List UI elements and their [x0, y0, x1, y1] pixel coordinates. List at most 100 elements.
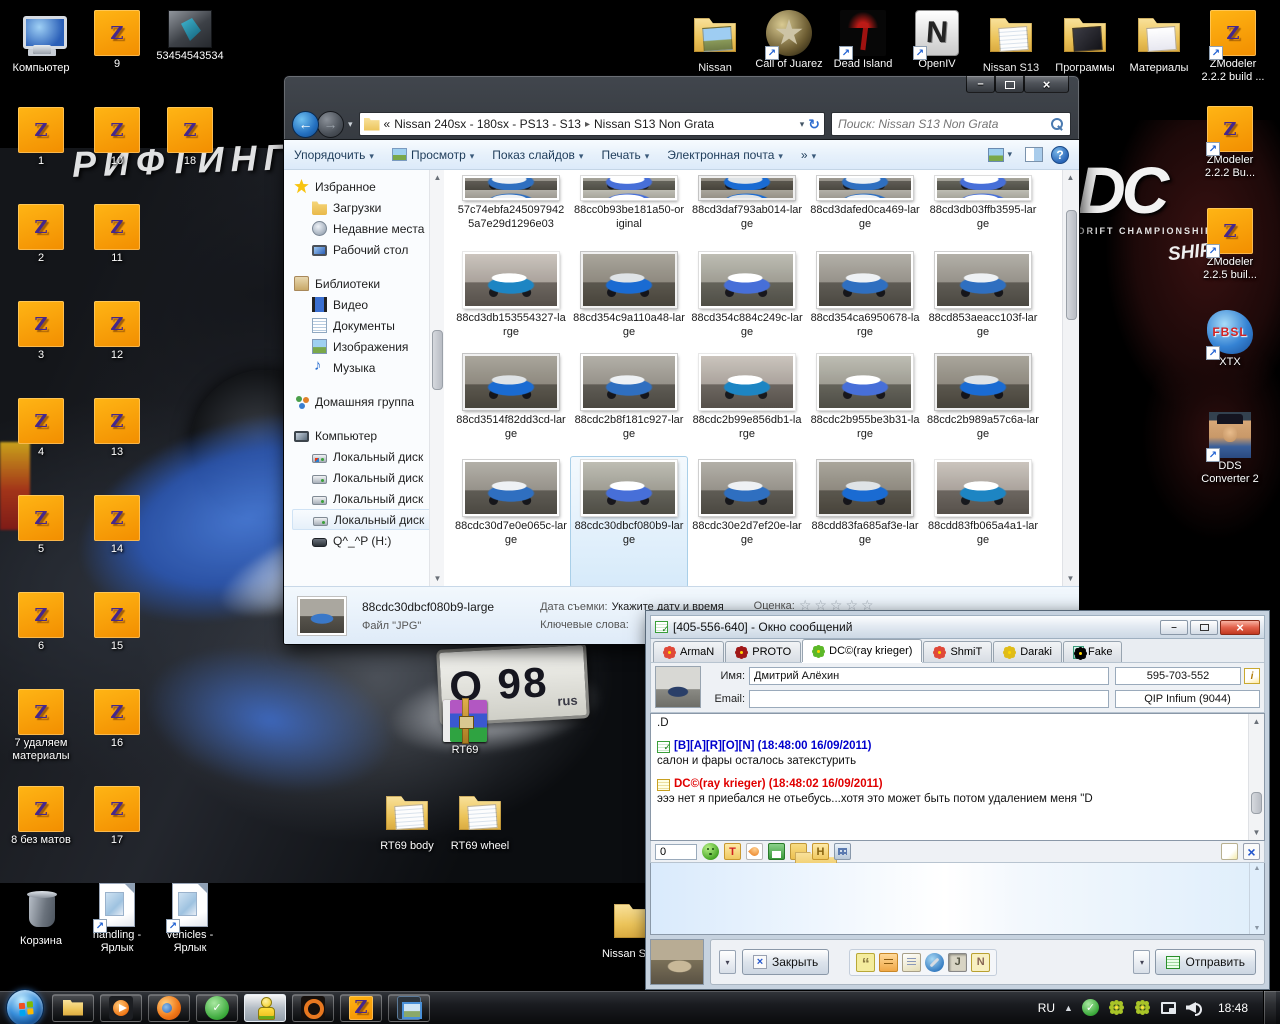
scroll-up-icon[interactable]: ▲	[430, 170, 444, 185]
sidebar-item[interactable]: Локальный диск	[292, 509, 444, 530]
skype-tray-icon[interactable]	[1082, 999, 1099, 1016]
sidebar-item[interactable]: Документы	[292, 315, 444, 336]
sidebar-item[interactable]: Библиотеки	[292, 273, 444, 294]
command-bar-item[interactable]: Показ слайдов	[492, 148, 583, 162]
close-chat-button[interactable]: Закрыть	[742, 949, 829, 975]
compose-tool-icon[interactable]	[724, 843, 741, 860]
name-field[interactable]	[749, 667, 1109, 685]
maximize-button[interactable]	[995, 76, 1024, 93]
scroll-down-icon[interactable]: ▼	[1254, 925, 1261, 932]
maximize-button[interactable]	[1190, 620, 1218, 635]
taskbar-app-button[interactable]	[196, 994, 238, 1022]
taskbar-app-button[interactable]	[244, 994, 286, 1022]
breadcrumb-parent[interactable]: Nissan 240sx - 180sx - PS13 - S13	[394, 117, 581, 131]
file-item[interactable]: 88cdc2b955be3b31-large	[806, 350, 924, 456]
file-item[interactable]: 88cdc30d7e0e065c-large	[452, 456, 570, 586]
chat-tool-icon[interactable]	[902, 953, 921, 972]
file-item[interactable]: 88cd3dafed0ca469-large	[806, 172, 924, 248]
compose-tool-icon[interactable]	[812, 843, 829, 860]
scrollbar-thumb[interactable]	[1251, 792, 1262, 814]
file-item[interactable]: 88cd3db153554327-large	[452, 248, 570, 350]
scrollbar-thumb[interactable]	[1066, 210, 1077, 320]
desktop-icon[interactable]: XTX	[1193, 308, 1267, 410]
desktop-icon[interactable]: 18	[153, 105, 227, 202]
clock[interactable]: 18:48	[1218, 1001, 1248, 1015]
search-input[interactable]	[838, 117, 1050, 131]
desktop-icon[interactable]: 11	[80, 202, 154, 299]
show-hidden-icons-button[interactable]	[1064, 1003, 1073, 1013]
input-scrollbar[interactable]: ▲▼	[1249, 863, 1264, 934]
desktop-icon[interactable]: 15	[80, 590, 154, 687]
command-bar-item[interactable]: Печать	[601, 148, 649, 162]
close-button[interactable]	[1024, 76, 1069, 93]
desktop-icon[interactable]: 8 без матов	[4, 784, 78, 881]
file-item[interactable]: 88cdd83fb065a4a1-large	[924, 456, 1042, 586]
chat-tab[interactable]: Daraki	[993, 641, 1062, 662]
address-dropdown-icon[interactable]	[800, 119, 805, 130]
chat-tab[interactable]: ArmaN	[653, 641, 724, 662]
scroll-up-icon[interactable]: ▲	[1249, 714, 1264, 729]
taskbar-app-button[interactable]	[52, 994, 94, 1022]
qip-flower-tray-icon[interactable]	[1108, 999, 1125, 1016]
file-list-scrollbar[interactable]: ▲ ▼	[1062, 170, 1079, 586]
forward-button[interactable]	[317, 111, 344, 138]
sidebar-item[interactable]: Локальный диск	[292, 446, 444, 467]
sidebar-item[interactable]: Рабочий стол	[292, 239, 444, 260]
sidebar-item[interactable]: Избранное	[292, 176, 444, 197]
scroll-up-icon[interactable]: ▲	[1254, 865, 1261, 872]
desktop-icon[interactable]: 10	[80, 105, 154, 202]
file-item[interactable]: 88cdc2b8f181c927-large	[570, 350, 688, 456]
sidebar-item[interactable]: Компьютер	[292, 425, 444, 446]
desktop-icon[interactable]: 9	[80, 8, 154, 105]
desktop-icon[interactable]: 5	[4, 493, 78, 590]
views-button[interactable]	[983, 145, 1017, 165]
chat-history[interactable]: .D [B][A][R][O][N] (18:48:00 16/09/2011)…	[650, 713, 1265, 841]
close-button[interactable]	[1220, 620, 1260, 635]
chat-tool-icon[interactable]	[879, 953, 898, 972]
file-item[interactable]: 88cdc30dbcf080b9-large	[570, 456, 688, 586]
compose-tool-icon[interactable]	[768, 843, 785, 860]
desktop-icon[interactable]: Корзина	[4, 881, 78, 978]
desktop-icon[interactable]: ZModeler 2.2.2 build ...	[1196, 8, 1270, 105]
contact-details-icon[interactable]	[1244, 668, 1260, 684]
scroll-up-icon[interactable]: ▲	[1063, 170, 1078, 185]
desktop-icon[interactable]: 3	[4, 299, 78, 396]
search-box[interactable]	[831, 112, 1071, 136]
sidebar-item[interactable]: Музыка	[292, 357, 444, 378]
desktop-icon[interactable]: 7 удаляем материалы	[4, 687, 78, 784]
taskbar-app-button[interactable]	[340, 994, 382, 1022]
language-indicator[interactable]: RU	[1038, 1001, 1055, 1015]
file-item[interactable]: 88cc0b93be181a50-original	[570, 172, 688, 248]
file-item[interactable]: 57c74ebfa2450979425a7e29d1296e03	[452, 172, 570, 248]
desktop-icon[interactable]: Компьютер	[4, 8, 78, 105]
network-tray-icon[interactable]	[1160, 999, 1177, 1016]
desktop-icon[interactable]: 16	[80, 687, 154, 784]
chat-tool-icon[interactable]	[925, 953, 944, 972]
close-options-dropdown[interactable]	[719, 950, 736, 974]
explorer-titlebar[interactable]	[284, 76, 1079, 109]
command-bar-item[interactable]: Просмотр	[392, 148, 474, 162]
minimize-button[interactable]	[1160, 620, 1188, 635]
file-item[interactable]: 88cdd83fa685af3e-large	[806, 456, 924, 586]
desktop-icon[interactable]: ZModeler 2.2.5 buil...	[1193, 206, 1267, 308]
send-options-dropdown[interactable]	[1133, 950, 1150, 974]
chat-tab[interactable]: DC©(ray krieger)	[802, 639, 922, 662]
scroll-down-icon[interactable]: ▼	[1063, 571, 1078, 586]
desktop-icon[interactable]: 13	[80, 396, 154, 493]
compose-tool-icon[interactable]	[1221, 843, 1238, 860]
sidebar-item[interactable]: Загрузки	[292, 197, 444, 218]
chat-tab[interactable]: PROTO	[725, 641, 801, 662]
taskbar-app-button[interactable]	[148, 994, 190, 1022]
taskbar-app-button[interactable]	[292, 994, 334, 1022]
qip-flower-tray-icon-2[interactable]	[1134, 999, 1151, 1016]
desktop-icon[interactable]: 12	[80, 299, 154, 396]
file-item[interactable]: 88cd3514f82dd3cd-large	[452, 350, 570, 456]
sidebar-item[interactable]: Видео	[292, 294, 444, 315]
desktop-icon[interactable]: 1	[4, 105, 78, 202]
chat-tool-icon[interactable]	[971, 953, 990, 972]
desktop-icon[interactable]: Материалы	[1122, 8, 1196, 105]
desktop-icon-rt69[interactable]: RT69	[428, 698, 502, 757]
sidebar-item[interactable]: Изображения	[292, 336, 444, 357]
minimize-button[interactable]	[966, 76, 995, 93]
message-input-area[interactable]: ▲▼	[650, 863, 1265, 935]
